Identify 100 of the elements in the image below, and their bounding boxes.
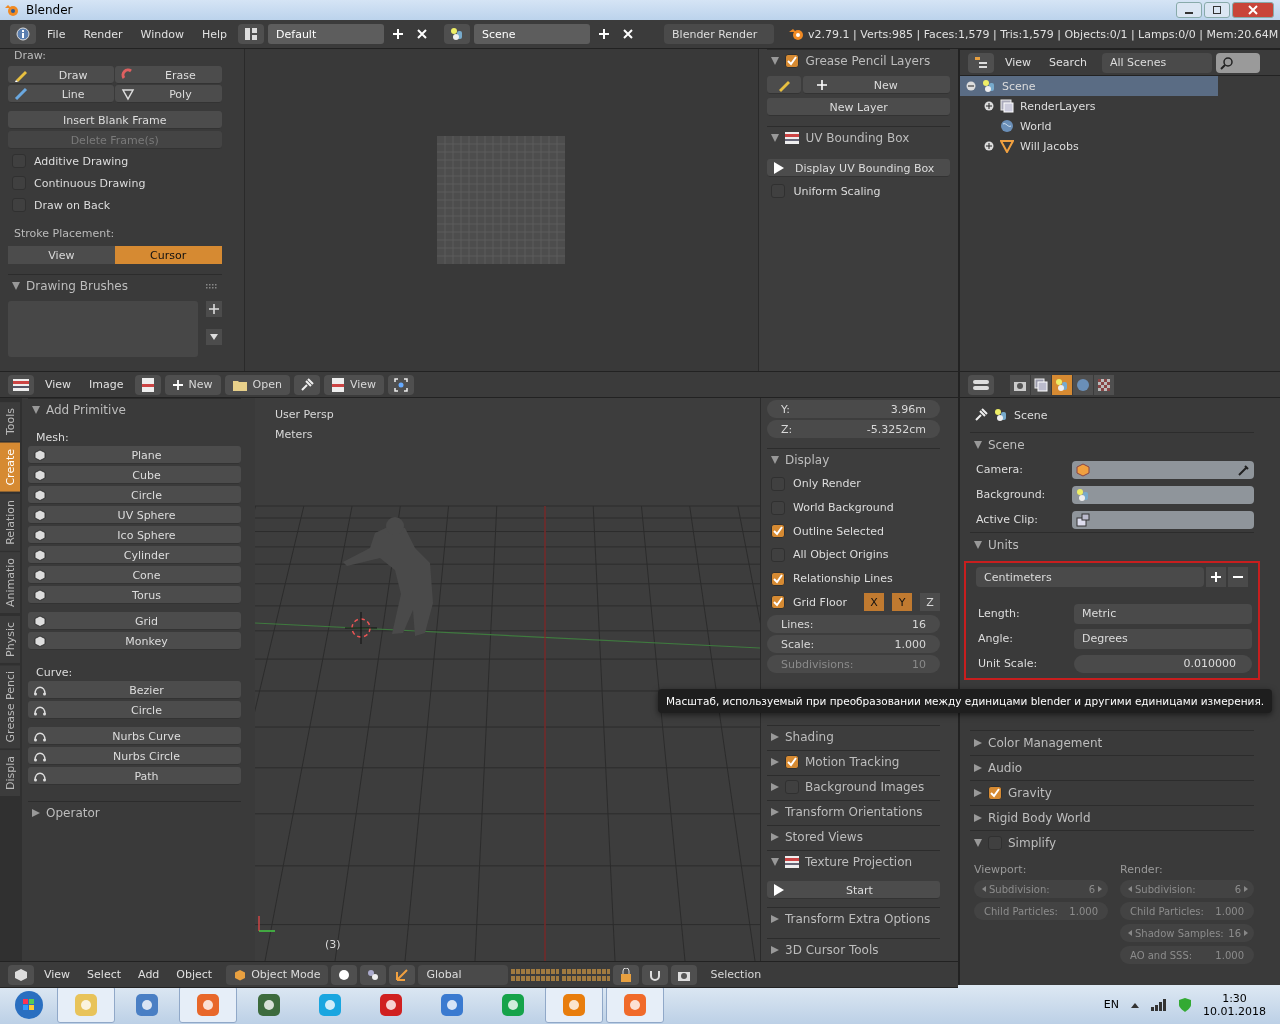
panel-header[interactable]: Grease Pencil Layers — [767, 49, 950, 72]
panel-header[interactable]: Display — [767, 448, 940, 471]
primitive-button[interactable]: Cube — [28, 466, 241, 484]
editor-type-button[interactable] — [968, 52, 994, 73]
clock[interactable]: 1:30 10.01.2018 — [1203, 991, 1266, 1018]
axis-toggle[interactable]: X — [864, 593, 884, 612]
dropdown-button[interactable] — [205, 329, 222, 345]
pin-icon[interactable] — [974, 408, 988, 422]
disclosure-triangle-icon[interactable] — [771, 134, 780, 142]
view-dropdown[interactable]: View — [323, 374, 385, 395]
menu-item[interactable]: Object — [169, 968, 220, 981]
menu-item[interactable]: File — [40, 27, 73, 41]
primitive-button[interactable]: UV Sphere — [28, 506, 241, 524]
eyedropper-icon[interactable] — [1238, 463, 1250, 476]
properties-tab[interactable] — [1010, 374, 1030, 395]
panel-header[interactable]: Color Management — [970, 730, 1254, 755]
taskbar-button[interactable] — [606, 986, 664, 1023]
tool-button[interactable]: Draw — [8, 66, 115, 84]
primitive-button[interactable]: Cone — [28, 566, 241, 584]
data-block-field[interactable] — [1072, 460, 1254, 479]
checkbox[interactable] — [771, 524, 785, 539]
panel-header[interactable]: Rigid Body World — [970, 805, 1254, 830]
mode-dropdown[interactable]: Object Mode — [226, 964, 329, 985]
tool-button[interactable]: Line — [8, 85, 115, 103]
tool-tab[interactable]: Relation — [0, 493, 20, 551]
pin-button[interactable] — [293, 374, 320, 395]
disclosure-triangle-icon[interactable] — [771, 456, 779, 464]
panel-header[interactable]: Drawing Brushes — [8, 274, 222, 297]
disclosure-triangle-icon[interactable] — [771, 758, 779, 767]
add-preset-button[interactable] — [1206, 567, 1226, 587]
new-image-button[interactable]: New — [164, 374, 221, 395]
primitive-button[interactable]: Nurbs Circle — [28, 747, 241, 765]
number-field[interactable]: Lines: 16 — [767, 615, 940, 634]
disclosure-triangle-icon[interactable] — [771, 833, 779, 842]
placement-option[interactable]: View — [8, 246, 115, 264]
number-field[interactable]: Y: 3.96m — [767, 400, 940, 418]
primitive-button[interactable]: Ico Sphere — [28, 526, 241, 544]
unit-preset-dropdown[interactable]: Centimeters — [976, 567, 1204, 587]
checkbox[interactable] — [785, 54, 800, 68]
menu-item[interactable]: Image — [82, 378, 131, 391]
editor-type-button[interactable] — [10, 24, 36, 44]
render-engine-dropdown[interactable]: Blender Render — [664, 24, 775, 44]
panel-header[interactable]: Add Primitive — [28, 398, 241, 421]
disclosure-triangle-icon[interactable] — [771, 783, 779, 792]
properties-tab[interactable] — [1094, 374, 1114, 395]
menu-item[interactable]: Help — [194, 27, 235, 41]
panel-header[interactable]: Background Images — [767, 775, 940, 799]
primitive-button[interactable]: Path — [28, 767, 241, 785]
placement-option[interactable]: Cursor — [114, 246, 222, 264]
screen-layout-button[interactable] — [238, 24, 265, 44]
scene-button[interactable] — [444, 24, 471, 44]
disclosure-triangle-icon[interactable] — [32, 406, 40, 414]
display-uv-button[interactable]: Display UV Bounding Box — [767, 159, 950, 177]
tool-tab[interactable]: Animatio — [0, 552, 20, 614]
taskbar-button[interactable] — [179, 986, 237, 1023]
expand-toggle-icon[interactable] — [984, 101, 994, 111]
language-indicator[interactable]: EN — [1103, 998, 1119, 1011]
tool-button[interactable]: Erase — [115, 66, 222, 84]
panel-header[interactable]: Simplify — [970, 830, 1254, 855]
manipulator-button[interactable] — [389, 964, 416, 985]
disclosure-triangle-icon[interactable] — [771, 808, 779, 817]
disclosure-triangle-icon[interactable] — [974, 789, 982, 797]
remove-preset-button[interactable] — [1228, 567, 1248, 587]
outliner-row[interactable]: Scene — [960, 76, 1218, 96]
tool-tab[interactable]: Displa — [0, 749, 20, 796]
pencil-button[interactable] — [767, 76, 802, 94]
disclosure-triangle-icon[interactable] — [771, 733, 779, 742]
menu-item[interactable]: Render — [76, 27, 130, 41]
primitive-button[interactable]: Torus — [28, 586, 241, 604]
panel-header[interactable]: Motion Tracking — [767, 750, 940, 774]
editor-type-button[interactable] — [968, 374, 994, 395]
new-layer-button[interactable]: New Layer — [767, 98, 950, 116]
panel-header[interactable]: Transform Extra Options — [767, 907, 940, 930]
primitive-button[interactable]: Cylinder — [28, 546, 241, 564]
properties-tab[interactable] — [1052, 374, 1072, 395]
disclosure-triangle-icon[interactable] — [974, 839, 982, 847]
disclosure-triangle-icon[interactable] — [974, 814, 982, 822]
search-field[interactable] — [1215, 52, 1260, 73]
panel-header[interactable]: UV Bounding Box — [767, 126, 950, 149]
network-icon[interactable] — [1151, 998, 1167, 1011]
axis-toggle[interactable]: Y — [892, 593, 912, 612]
panel-header[interactable]: Scene — [970, 432, 1254, 457]
number-field[interactable]: Z: -5.3252cm — [767, 420, 940, 438]
lock-button[interactable] — [613, 964, 640, 985]
disclosure-triangle-icon[interactable] — [974, 441, 982, 449]
disclosure-triangle-icon[interactable] — [771, 915, 779, 923]
caret-icon[interactable] — [1131, 1001, 1139, 1008]
panel-header[interactable]: Operator — [28, 801, 241, 824]
editor-type-button[interactable] — [8, 374, 34, 395]
grip-icon[interactable] — [205, 283, 218, 289]
tool-tab[interactable]: Grease Penci — [0, 664, 20, 748]
disclosure-triangle-icon[interactable] — [771, 858, 779, 867]
scene-field[interactable]: Scene — [474, 24, 591, 44]
pivot-button[interactable] — [388, 374, 415, 395]
primitive-button[interactable]: Circle — [28, 486, 241, 504]
panel-header[interactable]: Gravity — [970, 780, 1254, 805]
disclosure-triangle-icon[interactable] — [974, 764, 982, 772]
data-block-field[interactable] — [1072, 510, 1254, 529]
outliner-row[interactable]: Will Jacobs — [960, 136, 1218, 156]
snap-button[interactable] — [642, 964, 669, 985]
